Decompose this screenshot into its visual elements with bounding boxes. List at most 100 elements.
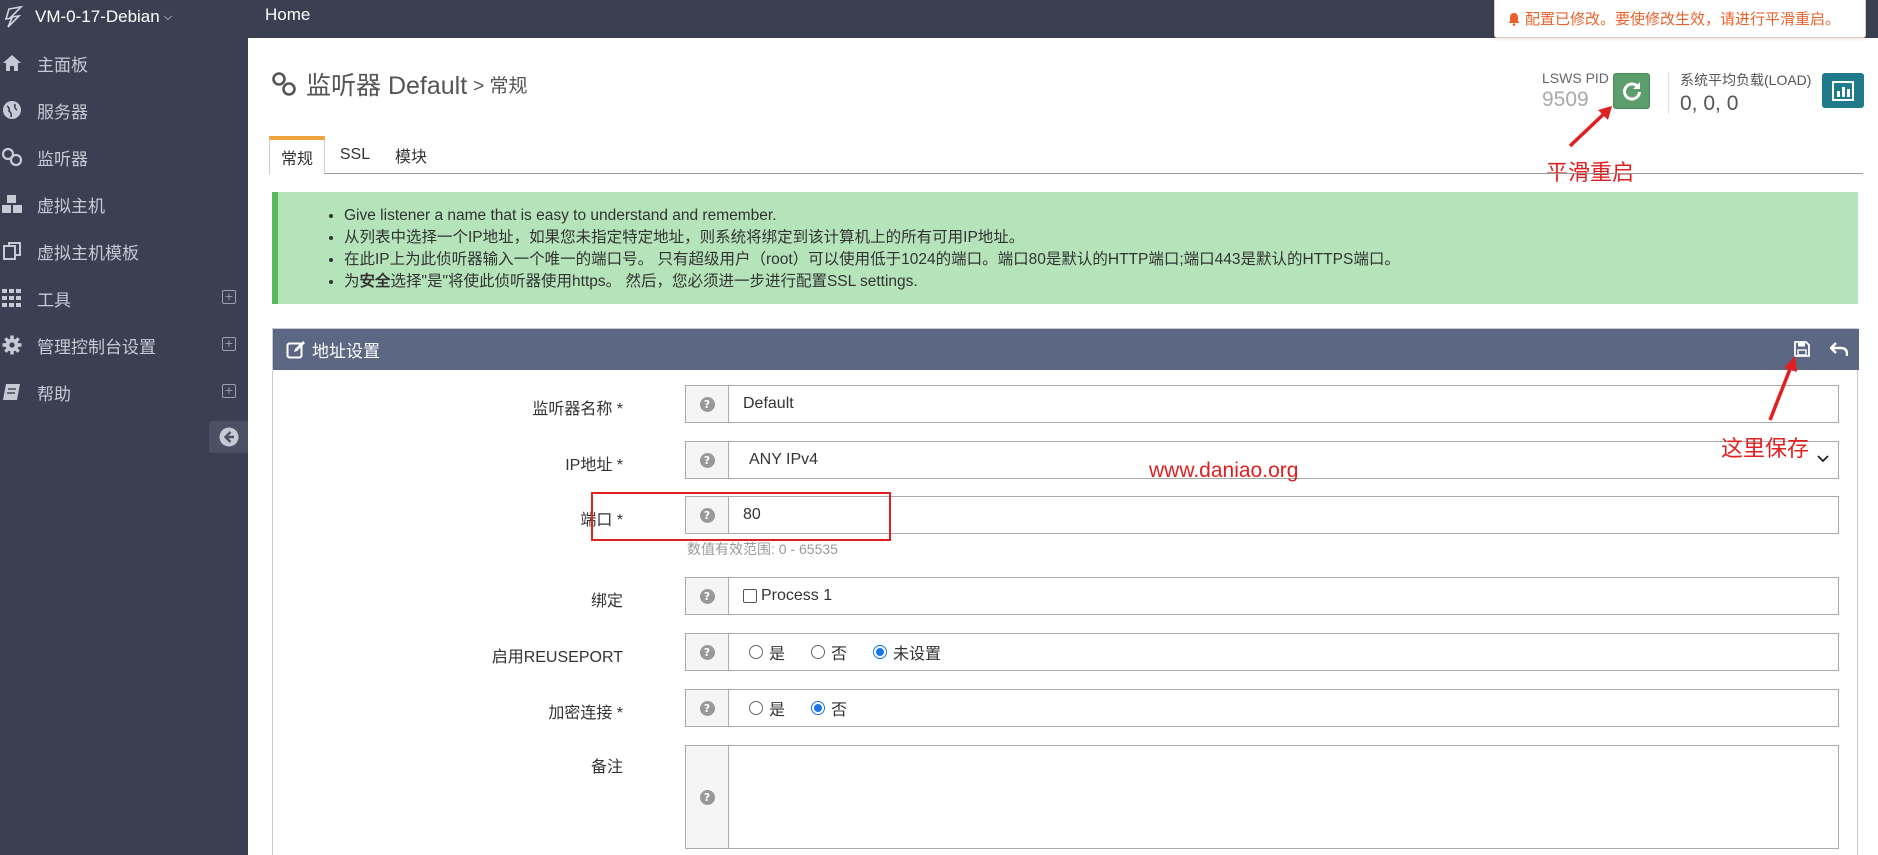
radio-no-selected[interactable] <box>811 701 826 715</box>
annotation-port-highlight <box>591 492 891 541</box>
info-line: 为安全选择"是"将使此侦听器使用https。 然后，您必须进一步进行配置SSL … <box>344 271 1858 293</box>
chevron-down-icon <box>1816 451 1830 470</box>
help-button[interactable]: ? <box>685 441 729 479</box>
link-icon <box>272 72 296 96</box>
panel-title: 地址设置 <box>312 342 380 361</box>
port-input[interactable]: 80 <box>729 496 1839 534</box>
listener-title: 监听器 Default <box>306 72 468 100</box>
address-settings-panel: 地址设置 监听器名称 * ? Default IP地址 * ? ANY IPv4… <box>272 328 1859 855</box>
back-button[interactable] <box>1827 338 1851 360</box>
sidebar-item-tools[interactable]: 工具 + <box>0 284 248 312</box>
radio-label: 否 <box>831 646 848 663</box>
load-value: 0, 0, 0 <box>1680 92 1739 115</box>
sidebar-item-label: 帮助 <box>37 384 71 404</box>
notes-label: 备注 <box>590 759 623 776</box>
divider <box>1668 72 1669 114</box>
bar-chart-icon <box>1832 80 1854 101</box>
radio-label: 是 <box>769 646 786 663</box>
help-button[interactable]: ? <box>685 577 729 615</box>
sidebar-item-label: 监听器 <box>37 149 88 169</box>
arrow-left-circle-icon <box>219 427 238 447</box>
load-block: 系统平均负载(LOAD) 0, 0, 0 <box>1680 70 1811 116</box>
help-button[interactable]: ? <box>685 745 729 849</box>
tab-bar: 常规 SSL 模块 <box>269 136 1863 175</box>
sidebar-item-listeners[interactable]: 监听器 <box>0 143 248 171</box>
annotation-save-label: 这里保存 <box>1721 436 1810 461</box>
lightning-logo-icon <box>4 5 24 28</box>
reuseport-field: 是 否 未设置 <box>729 633 1839 671</box>
process-1-checkbox[interactable] <box>743 589 757 603</box>
radio-label: 是 <box>769 702 786 719</box>
sidebar-item-label: 工具 <box>37 290 71 310</box>
tab-ssl[interactable]: SSL <box>333 136 377 174</box>
notes-textarea[interactable] <box>729 745 1839 849</box>
secure-field: 是 否 <box>729 689 1839 727</box>
radio-no[interactable] <box>811 645 826 659</box>
ip-address-label: IP地址 * <box>565 457 623 474</box>
edit-icon <box>286 340 305 358</box>
load-label: 系统平均负载(LOAD) <box>1680 72 1812 88</box>
tab-general[interactable]: 常规 <box>269 136 325 175</box>
load-chart-button[interactable] <box>1822 73 1864 108</box>
sidebar-item-label: 主面板 <box>37 55 88 75</box>
sidebar-item-label: 虚拟主机 <box>37 196 105 216</box>
gear-icon <box>0 334 24 356</box>
page-title: 监听器 Default > 常规 <box>270 66 528 102</box>
expand-plus-icon[interactable]: + <box>222 290 236 304</box>
radio-yes[interactable] <box>749 645 763 659</box>
alert-text: 配置已修改。要使修改生效，请进行平滑重启。 <box>1525 11 1841 28</box>
sidebar: VM-0-17-Debian ⌵ 主面板 服务器 监听器 虚拟主机 虚拟主机模板… <box>0 0 248 855</box>
brand-name: VM-0-17-Debian <box>35 7 160 26</box>
sidebar-item-webadmin-settings[interactable]: 管理控制台设置 + <box>0 331 248 359</box>
sidebar-item-help[interactable]: 帮助 + <box>0 378 248 406</box>
sidebar-item-vhost-templates[interactable]: 虚拟主机模板 <box>0 237 248 265</box>
home-link[interactable]: Home <box>265 5 310 25</box>
sidebar-item-label: 虚拟主机模板 <box>37 243 139 263</box>
radio-label: 未设置 <box>893 646 942 663</box>
help-button[interactable]: ? <box>685 633 729 671</box>
help-button[interactable]: ? <box>685 689 729 727</box>
question-icon: ? <box>699 452 715 468</box>
reuseport-unset-option[interactable]: 未设置 <box>873 640 941 664</box>
undo-arrow-icon <box>1830 342 1848 356</box>
panel-header: 地址设置 <box>273 329 1859 370</box>
book-icon <box>0 381 24 403</box>
binding-field: Process 1 <box>729 577 1839 615</box>
sidebar-item-vhosts[interactable]: 虚拟主机 <box>0 190 248 218</box>
expand-plus-icon[interactable]: + <box>222 337 236 351</box>
collapse-sidebar-button[interactable] <box>209 421 248 453</box>
question-icon: ? <box>699 588 715 604</box>
server-brand[interactable]: VM-0-17-Debian ⌵ <box>0 0 172 34</box>
breadcrumb: > 常规 <box>473 75 528 97</box>
globe-icon <box>0 99 24 121</box>
reuseport-label: 启用REUSEPORT <box>491 649 623 666</box>
question-icon: ? <box>699 644 715 660</box>
listener-name-input[interactable]: Default <box>729 385 1839 423</box>
reuseport-yes-option[interactable]: 是 <box>749 640 785 664</box>
sidebar-item-dashboard[interactable]: 主面板 <box>0 49 248 77</box>
radio-unset-selected[interactable] <box>873 645 888 659</box>
port-range-hint: 数值有效范围: 0 - 65535 <box>687 541 838 557</box>
annotation-arrow-save <box>1768 356 1797 421</box>
tab-modules[interactable]: 模块 <box>385 136 437 174</box>
process-1-label: Process 1 <box>761 587 833 604</box>
radio-yes[interactable] <box>749 701 763 715</box>
question-icon: ? <box>699 700 715 716</box>
help-info-box: Give listener a name that is easy to und… <box>272 192 1858 304</box>
secure-label: 加密连接 * <box>548 705 623 722</box>
info-line: 从列表中选择一个IP地址，如果您未指定特定地址，则系统将绑定到该计算机上的所有可… <box>344 227 1858 249</box>
question-icon: ? <box>699 789 715 805</box>
secure-no-option[interactable]: 否 <box>811 696 847 720</box>
sidebar-item-label: 服务器 <box>37 102 88 122</box>
help-button[interactable]: ? <box>685 385 729 423</box>
reuseport-no-option[interactable]: 否 <box>811 640 847 664</box>
grid-icon <box>0 287 24 309</box>
sidebar-item-label: 管理控制台设置 <box>37 337 156 357</box>
expand-plus-icon[interactable]: + <box>222 384 236 398</box>
sidebar-item-server[interactable]: 服务器 <box>0 96 248 124</box>
config-changed-alert[interactable]: 配置已修改。要使修改生效，请进行平滑重启。 <box>1494 0 1866 38</box>
binding-label: 绑定 <box>590 593 623 610</box>
port-label: 端口 * <box>580 512 623 529</box>
bell-icon <box>1508 12 1520 26</box>
secure-yes-option[interactable]: 是 <box>749 696 785 720</box>
